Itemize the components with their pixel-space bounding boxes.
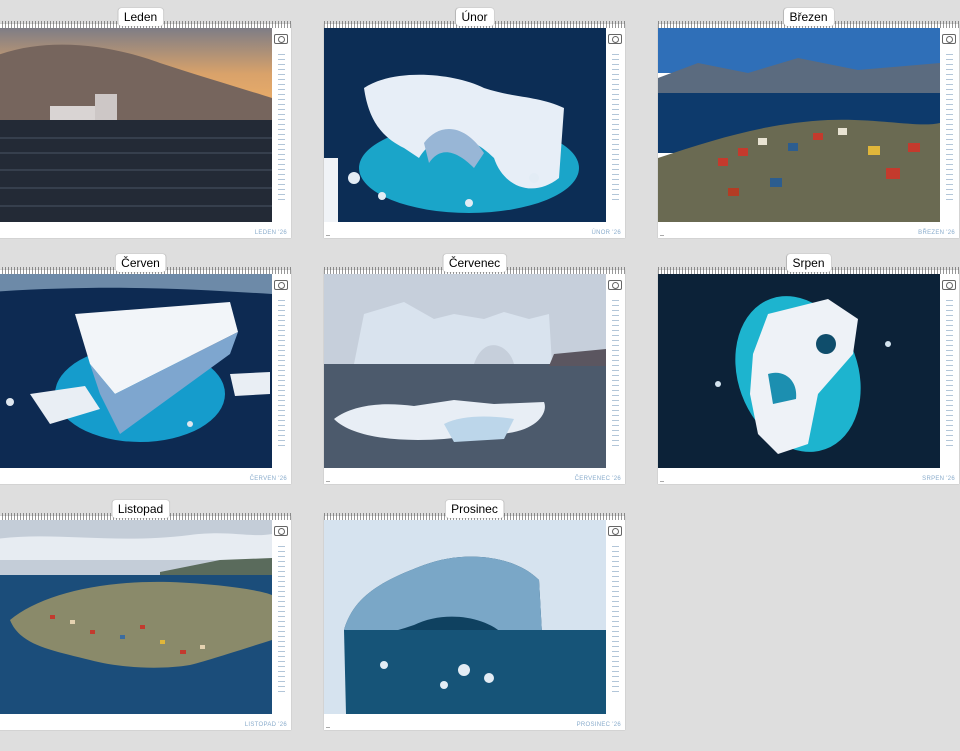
day-numbers [946, 54, 953, 204]
camera-icon [274, 526, 288, 536]
date-column [940, 28, 959, 233]
day-numbers [278, 300, 285, 450]
month-footer: ČERVEN '26 [249, 476, 287, 482]
month-photo [324, 520, 606, 714]
month-footer: ČERVENEC '26 [574, 476, 621, 482]
month-footer: LISTOPAD '26 [244, 722, 287, 728]
date-column [272, 520, 291, 725]
month-label: Červenec [442, 254, 507, 272]
day-numbers [612, 54, 619, 204]
date-column [272, 274, 291, 479]
page-mark [326, 235, 330, 236]
month-label: Březen [783, 8, 834, 26]
calendar-page-listopad[interactable]: Listopad LISTOPAD '26 [0, 500, 291, 730]
page-mark [660, 481, 664, 482]
date-column [606, 520, 625, 725]
month-photo [324, 274, 606, 468]
month-footer: LEDEN '26 [254, 230, 287, 236]
date-column [606, 28, 625, 233]
month-photo [0, 28, 272, 222]
camera-icon [608, 280, 622, 290]
calendar-page-brezen[interactable]: Březen BŘEZEN '26 [658, 8, 959, 238]
page-mark [326, 481, 330, 482]
month-label: Únor [455, 8, 494, 26]
month-label: Leden [117, 8, 164, 26]
day-numbers [278, 54, 285, 204]
day-numbers [278, 546, 285, 696]
camera-icon [942, 34, 956, 44]
calendar-page-cerven[interactable]: Červen ČERVEN '26 [0, 254, 291, 484]
month-photo [658, 274, 940, 468]
day-numbers [946, 300, 953, 450]
date-column [272, 28, 291, 233]
month-photo [324, 28, 606, 222]
calendar-page-cervenec[interactable]: Červenec ČERVENEC '26 [324, 254, 625, 484]
month-footer: BŘEZEN '26 [918, 230, 955, 236]
month-label: Srpen [786, 254, 831, 272]
month-photo [0, 520, 272, 714]
month-label: Červen [115, 254, 166, 272]
month-label: Prosinec [445, 500, 504, 518]
camera-icon [274, 34, 288, 44]
month-footer: SRPEN '26 [922, 476, 955, 482]
month-photo [0, 274, 272, 468]
month-footer: PROSINEC '26 [576, 722, 621, 728]
camera-icon [942, 280, 956, 290]
camera-icon [608, 34, 622, 44]
month-footer: ÚNOR '26 [591, 230, 621, 236]
calendar-page-leden[interactable]: Leden LEDEN '26 [0, 8, 291, 238]
date-column [940, 274, 959, 479]
page-mark [660, 235, 664, 236]
month-label: Listopad [111, 500, 170, 518]
day-numbers [612, 300, 619, 450]
calendar-page-unor[interactable]: Únor ÚNOR '26 [324, 8, 625, 238]
page-mark [326, 727, 330, 728]
calendar-page-srpen[interactable]: Srpen SRPEN '26 [658, 254, 959, 484]
date-column [606, 274, 625, 479]
camera-icon [608, 526, 622, 536]
camera-icon [274, 280, 288, 290]
day-numbers [612, 546, 619, 696]
calendar-page-prosinec[interactable]: Prosinec PROSINEC '26 [324, 500, 625, 730]
month-photo [658, 28, 940, 222]
